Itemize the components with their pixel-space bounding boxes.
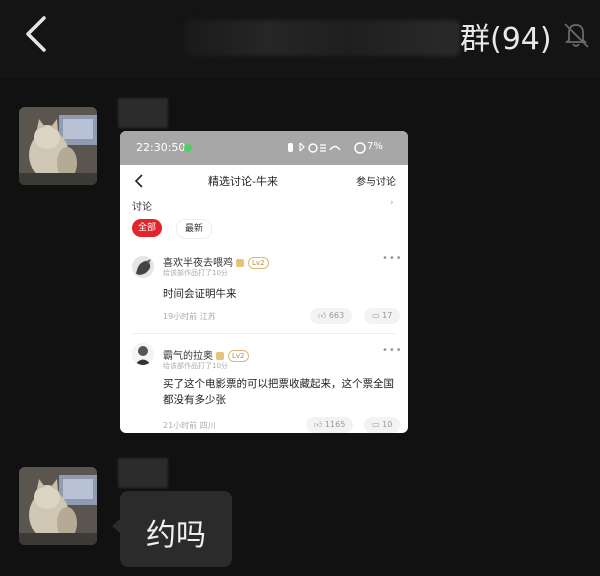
cat-avatar-icon (19, 107, 97, 185)
like-count: 1165 (324, 420, 346, 429)
like-count: 663 (328, 311, 345, 320)
sender-name-blurred (118, 98, 168, 128)
message-text: 约吗 (146, 518, 206, 553)
thumbs-up-icon: 👍︎ (318, 311, 327, 320)
join-discussion-link[interactable]: 参与讨论 (356, 173, 396, 188)
like-button[interactable]: 👍︎ 1165 (306, 417, 354, 433)
level-tag: Lv2 (228, 350, 249, 362)
person-avatar-icon (132, 343, 154, 365)
mute-status[interactable] (562, 20, 590, 50)
blurred-group-name (185, 20, 460, 56)
page-title: 精选讨论-牛来 (208, 175, 278, 188)
comment-icon: ▭ (372, 311, 380, 320)
section-title: 讨论 (132, 202, 152, 213)
level-tag: Lv2 (248, 257, 269, 269)
level-badge-icon (216, 352, 224, 360)
post-username: 霸气的拉奥 Lv2 (163, 347, 249, 362)
thumbs-up-icon: 👍︎ (314, 420, 323, 429)
wechat-status-icon (184, 144, 192, 152)
level-badge-icon (236, 259, 244, 267)
group-title: 群(94) (460, 22, 552, 57)
like-button[interactable]: 👍︎ 663 (310, 308, 353, 324)
back-button[interactable] (14, 10, 58, 60)
comment-button[interactable]: ▭ 17 (364, 308, 401, 324)
bell-muted-icon (564, 23, 589, 48)
battery-ring-icon (354, 142, 366, 154)
post-subtitle: 给该部作品打了10分 (163, 362, 228, 370)
bird-avatar-icon (132, 256, 154, 278)
avatar[interactable] (19, 107, 97, 185)
post-username: 喜欢半夜去喂鸡 Lv2 (163, 254, 269, 269)
post-divider (132, 333, 396, 334)
back-arrow-icon[interactable] (132, 173, 146, 189)
post-avatar[interactable] (132, 256, 154, 278)
comment-button[interactable]: ▭ 10 (364, 417, 401, 433)
shared-screenshot[interactable]: 22:30:50 7% 精选讨论-牛来 参与讨论 讨论 › 全部 最新 喜欢半夜… (120, 131, 408, 433)
avatar[interactable] (19, 467, 97, 545)
post-subtitle: 给该部作品打了10分 (163, 269, 228, 277)
sender-name-blurred (118, 458, 168, 488)
comment-icon: ▭ (372, 420, 380, 429)
tab-all[interactable]: 全部 (132, 219, 162, 237)
cat-avatar-icon (19, 467, 97, 545)
status-bar: 22:30:50 7% (120, 131, 408, 165)
status-icons (288, 142, 341, 153)
post-text: 买了这个电影票的可以把票收藏起来，这个票全国都没有多少张 (163, 378, 394, 406)
more-options-icon[interactable]: ••• (382, 253, 403, 264)
post-meta: 21小时前 四川 (163, 421, 216, 430)
battery-percent: 7% (367, 141, 383, 152)
more-arrow[interactable]: › (390, 198, 394, 208)
tab-latest[interactable]: 最新 (176, 219, 212, 239)
more-options-icon[interactable]: ••• (382, 345, 403, 356)
chevron-left-icon (26, 16, 46, 52)
comment-count: 17 (382, 311, 393, 320)
post-avatar[interactable] (132, 343, 154, 365)
post-text: 时间会证明牛来 (163, 288, 237, 300)
post-meta: 19小时前 江苏 (163, 312, 216, 321)
status-time: 22:30:50 (136, 141, 186, 154)
comment-count: 10 (382, 420, 393, 429)
